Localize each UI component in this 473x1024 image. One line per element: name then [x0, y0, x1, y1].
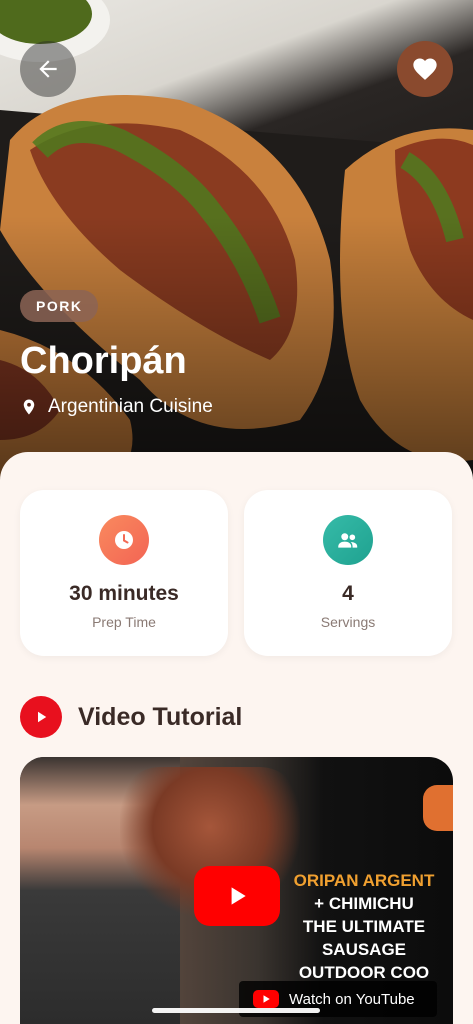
arrow-left-icon: [39, 60, 57, 78]
heart-icon: [413, 58, 437, 80]
watch-on-youtube-label: Watch on YouTube: [289, 990, 415, 1008]
servings-label: Servings: [320, 614, 376, 630]
thumbnail-line: ORIPAN ARGENT: [293, 871, 435, 890]
cuisine-label: Argentinian Cuisine: [48, 396, 213, 417]
category-badge: PORK: [20, 290, 99, 322]
prep-time-icon-circle: [99, 515, 149, 565]
prep-time-card: 30 minutes Prep Time: [20, 490, 228, 656]
servings-card: 4 Servings: [244, 490, 452, 656]
play-icon: [231, 887, 246, 905]
video-brand-logo: [423, 785, 453, 831]
video-section-header: Video Tutorial: [20, 696, 242, 738]
video-thumbnail-text: ORIPAN ARGENT + CHIMICHU THE ULTIMATE SA…: [275, 869, 453, 984]
servings-value: 4: [342, 582, 354, 605]
servings-icon-circle: [323, 515, 373, 565]
thumbnail-line: THE ULTIMATE: [302, 917, 426, 936]
thumbnail-line: SAUSAGE: [321, 940, 407, 959]
youtube-logo-icon: [253, 990, 279, 1008]
clock-icon: [115, 531, 133, 549]
youtube-icon: [20, 696, 62, 738]
home-indicator: [152, 1008, 320, 1013]
back-button[interactable]: [20, 41, 76, 97]
prep-time-label: Prep Time: [92, 614, 156, 630]
video-player[interactable]: ORIPAN ARGENT + CHIMICHU THE ULTIMATE SA…: [20, 757, 453, 1024]
favorite-button[interactable]: [397, 41, 453, 97]
cuisine-row: Argentinian Cuisine: [20, 396, 213, 418]
play-button[interactable]: [194, 866, 280, 926]
thumbnail-line: + CHIMICHU: [314, 894, 414, 913]
video-section-title: Video Tutorial: [78, 702, 243, 731]
recipe-title: Choripán: [20, 340, 187, 382]
location-pin-icon: [23, 399, 35, 415]
prep-time-value: 30 minutes: [69, 582, 179, 605]
people-icon: [338, 533, 358, 548]
